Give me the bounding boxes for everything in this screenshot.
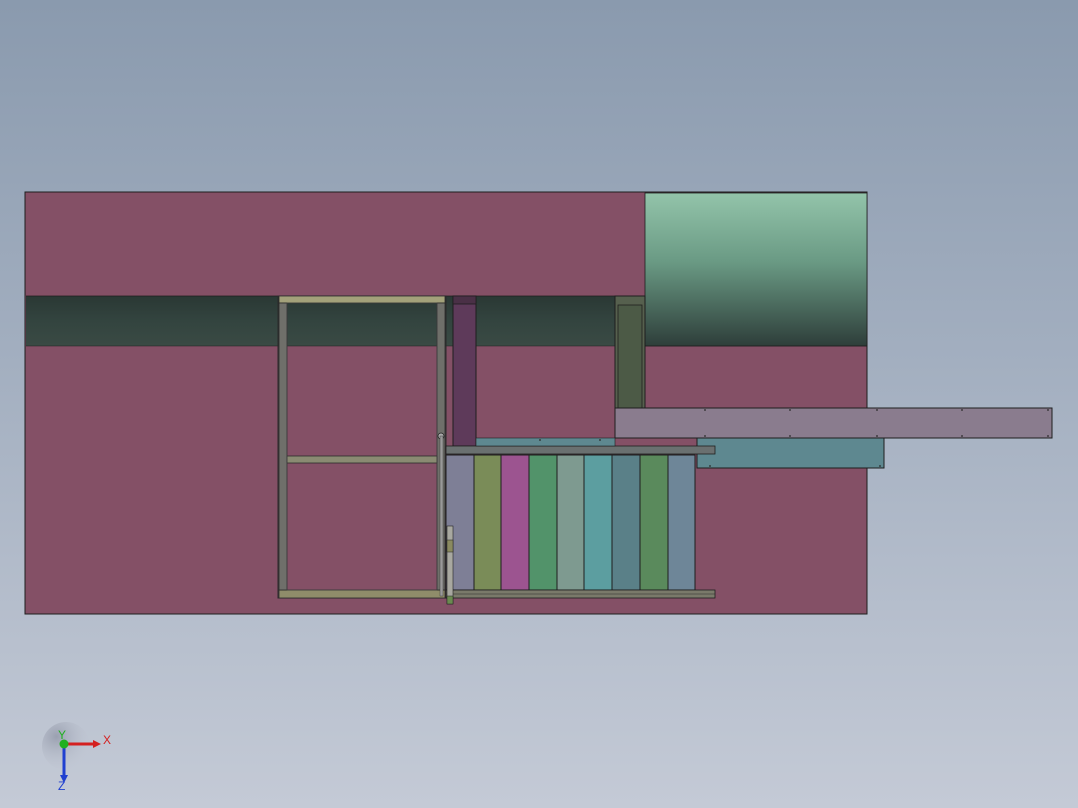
upper-tray-rail[interactable] [445,445,716,455]
green-enclosure[interactable] [644,192,868,347]
y-axis-label: Y [58,728,66,742]
z-axis-label: Z [58,779,65,793]
slot-array[interactable] [445,454,696,591]
slot-9[interactable] [667,454,696,591]
slot-8[interactable] [639,454,669,591]
model-assembly[interactable] [24,191,1053,615]
dark-rail-band[interactable] [26,296,645,346]
purple-post[interactable] [452,295,477,447]
x-axis-label: X [103,733,111,747]
slot-6[interactable] [583,454,613,591]
slot-2[interactable] [473,454,502,591]
slot-3[interactable] [500,454,530,591]
teal-extension-arm[interactable] [696,437,885,469]
slot-5[interactable] [556,454,585,591]
slot-4[interactable] [528,454,558,591]
coordinate-triad: X Y Z [42,722,111,793]
graphics-viewport[interactable]: X Y Z [0,0,1078,808]
slot-7[interactable] [611,454,641,591]
gray-extension-arm[interactable] [614,407,1053,439]
